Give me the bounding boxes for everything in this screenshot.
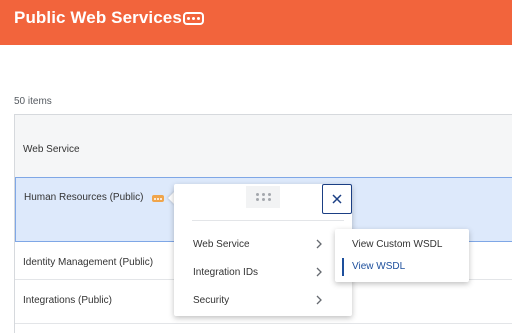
chevron-right-icon — [316, 239, 322, 249]
row-label[interactable]: Integrations (Public) — [23, 295, 112, 306]
row-label[interactable]: Human Resources (Public) — [24, 192, 144, 203]
menu-item-security[interactable]: Security — [174, 287, 352, 315]
chevron-right-icon — [316, 267, 322, 277]
column-header-web-service[interactable]: Web Service — [23, 144, 80, 155]
chevron-right-icon — [316, 295, 322, 305]
submenu-item-view-wsdl[interactable]: View WSDL — [335, 256, 469, 278]
ellipsis-icon[interactable] — [183, 12, 204, 25]
submenu-item-label: View WSDL — [352, 261, 406, 272]
menu-divider — [192, 220, 344, 221]
menu-item-label: Integration IDs — [193, 267, 259, 278]
submenu-item-view-custom-wsdl[interactable]: View Custom WSDL — [335, 234, 469, 256]
menu-item-label: Web Service — [193, 239, 250, 250]
close-icon — [332, 194, 342, 204]
web-service-submenu: View Custom WSDL View WSDL — [335, 229, 469, 282]
table-header: Web Service — [15, 114, 512, 178]
menu-item-label: Security — [193, 295, 230, 306]
submenu-item-label: View Custom WSDL — [352, 239, 443, 250]
page-title: Public Web Services — [14, 8, 182, 27]
row-label[interactable]: Identity Management (Public) — [23, 257, 153, 268]
menu-item-integration-ids[interactable]: Integration IDs — [174, 259, 352, 287]
page-header: Public Web Services — [0, 0, 512, 45]
item-count: 50 items — [14, 96, 52, 107]
menu-item-web-service[interactable]: Web Service — [174, 231, 352, 259]
drag-handle-icon[interactable] — [246, 186, 280, 208]
related-actions-icon[interactable] — [152, 195, 164, 202]
close-button[interactable] — [322, 184, 352, 214]
